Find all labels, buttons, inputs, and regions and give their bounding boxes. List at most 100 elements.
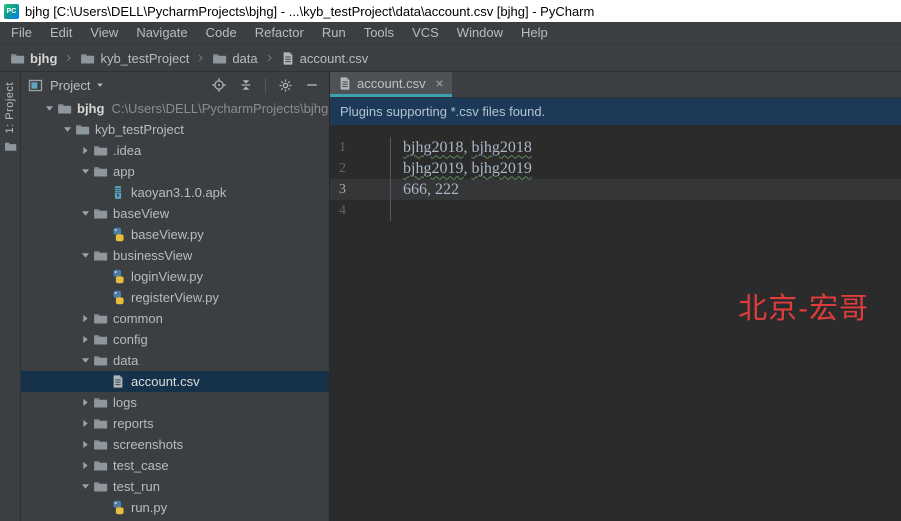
tab-label: account.csv [357, 76, 426, 91]
csv-file-icon [281, 51, 295, 66]
tree-row-baseview-py[interactable]: baseView.py [21, 224, 329, 245]
collapse-all-button[interactable] [235, 75, 257, 95]
menu-item-tools[interactable]: Tools [355, 22, 403, 44]
folder-icon [93, 164, 111, 179]
tree-expanded-chevron-icon[interactable] [77, 208, 93, 219]
code-token: bjhg2018 [403, 139, 463, 156]
breadcrumb-item-account-csv[interactable]: account.csv [279, 51, 371, 66]
tree-row-kyb-testproject[interactable]: kyb_testProject [21, 119, 329, 140]
editor-line[interactable]: 1bjhg2018, bjhg2018 [330, 137, 901, 158]
hide-panel-button[interactable] [301, 75, 323, 95]
tree-row-run-py[interactable]: run.py [21, 497, 329, 518]
tree-expanded-chevron-icon[interactable] [41, 103, 57, 114]
folder-icon [93, 311, 111, 326]
python-file-icon [111, 290, 129, 305]
menu-item-code[interactable]: Code [197, 22, 246, 44]
tree-row-account-csv[interactable]: account.csv [21, 371, 329, 392]
locate-file-button[interactable] [208, 75, 230, 95]
menu-item-edit[interactable]: Edit [41, 22, 81, 44]
tree-collapsed-chevron-icon[interactable] [77, 313, 93, 324]
tree-row-registerview-py[interactable]: registerView.py [21, 287, 329, 308]
line-number: 1 [330, 137, 391, 158]
breadcrumb-item-bjhg[interactable]: bjhg [8, 51, 59, 66]
tree-collapsed-chevron-icon[interactable] [77, 145, 93, 156]
folder-icon [10, 51, 25, 66]
chevron-right-icon [265, 52, 274, 64]
project-panel-title[interactable]: Project [50, 78, 90, 93]
tree-item-label: account.csv [131, 374, 200, 389]
menu-item-help[interactable]: Help [512, 22, 557, 44]
menu-item-vcs[interactable]: VCS [403, 22, 448, 44]
code-token: bjhg2019 [471, 160, 531, 177]
editor-line[interactable]: 4 [330, 200, 901, 221]
editor-area[interactable]: 1bjhg2018, bjhg20182bjhg2019, bjhg201936… [330, 125, 901, 521]
tree-item-path: C:\Users\DELL\PycharmProjects\bjhg [111, 101, 328, 116]
plugin-notification-banner: Plugins supporting *.csv files found. [330, 98, 901, 125]
editor-tab-bar: account.csv [330, 72, 901, 98]
tree-row-app[interactable]: app [21, 161, 329, 182]
tree-row-data[interactable]: data [21, 350, 329, 371]
editor-line[interactable]: 3 666, 222 [330, 179, 901, 200]
csv-file-icon [338, 76, 352, 91]
folder-icon [93, 332, 111, 347]
folder-icon [75, 122, 93, 137]
tree-row-screenshots[interactable]: screenshots [21, 434, 329, 455]
tree-collapsed-chevron-icon[interactable] [77, 418, 93, 429]
chevron-down-icon[interactable] [95, 80, 105, 90]
tree-item-label: kyb_testProject [95, 122, 184, 137]
line-text: bjhg2018, bjhg2018 [391, 139, 532, 157]
tool-window-button-project[interactable]: 1: Project [4, 82, 17, 153]
tree-row-loginview-py[interactable]: loginView.py [21, 266, 329, 287]
tree-row-common[interactable]: common [21, 308, 329, 329]
menu-item-view[interactable]: View [81, 22, 127, 44]
breadcrumb-item-data[interactable]: data [210, 51, 259, 66]
line-number: 3 [330, 179, 391, 200]
tree-row-baseview[interactable]: baseView [21, 203, 329, 224]
gear-button[interactable] [274, 75, 296, 95]
editor-pane: account.csv Plugins supporting *.csv fil… [330, 72, 901, 521]
tree-row--idea[interactable]: .idea [21, 140, 329, 161]
close-icon[interactable] [434, 78, 445, 89]
tree-row-reports[interactable]: reports [21, 413, 329, 434]
tree-row-logs[interactable]: logs [21, 392, 329, 413]
tree-expanded-chevron-icon[interactable] [77, 481, 93, 492]
tree-row-test-case[interactable]: test_case [21, 455, 329, 476]
menu-item-file[interactable]: File [2, 22, 41, 44]
menu-item-navigate[interactable]: Navigate [127, 22, 196, 44]
menu-item-run[interactable]: Run [313, 22, 355, 44]
tab-account-csv[interactable]: account.csv [330, 72, 452, 97]
tree-row-kaoyan3-1-0-apk[interactable]: kaoyan3.1.0.apk [21, 182, 329, 203]
tree-row-test-run[interactable]: test_run [21, 476, 329, 497]
tree-row-bjhg[interactable]: bjhgC:\Users\DELL\PycharmProjects\bjhg [21, 98, 329, 119]
tree-row-config[interactable]: config [21, 329, 329, 350]
line-text: bjhg2019, bjhg2019 [391, 160, 532, 178]
tree-row-businessview[interactable]: businessView [21, 245, 329, 266]
tree-item-label: run.py [131, 500, 167, 515]
tree-expanded-chevron-icon[interactable] [77, 355, 93, 366]
toolbar-divider [265, 78, 266, 93]
breadcrumb-item-kyb-testproject[interactable]: kyb_testProject [78, 51, 191, 66]
tree-item-label: reports [113, 416, 153, 431]
menubar: FileEditViewNavigateCodeRefactorRunTools… [0, 22, 901, 45]
tree-item-label: screenshots [113, 437, 183, 452]
tree-expanded-chevron-icon[interactable] [77, 250, 93, 261]
folder-icon [93, 395, 111, 410]
menu-item-window[interactable]: Window [448, 22, 512, 44]
folder-icon [93, 143, 111, 158]
tree-collapsed-chevron-icon[interactable] [77, 460, 93, 471]
menu-item-refactor[interactable]: Refactor [246, 22, 313, 44]
code-token: 666, 222 [403, 181, 459, 198]
project-button-label: 1: Project [4, 82, 16, 133]
breadcrumb: bjhg kyb_testProject data account.csv [0, 45, 901, 72]
tree-collapsed-chevron-icon[interactable] [77, 439, 93, 450]
tree-expanded-chevron-icon[interactable] [77, 166, 93, 177]
tree-expanded-chevron-icon[interactable] [59, 124, 75, 135]
folder-icon [80, 51, 95, 66]
tree-collapsed-chevron-icon[interactable] [77, 397, 93, 408]
tree-item-label: loginView.py [131, 269, 203, 284]
editor-line[interactable]: 2bjhg2019, bjhg2019 [330, 158, 901, 179]
tree-collapsed-chevron-icon[interactable] [77, 334, 93, 345]
main-area: 1: Project Project bjhgC:\Users\DELL\Pyc… [0, 72, 901, 521]
breadcrumb-label: kyb_testProject [100, 51, 189, 66]
tool-window-stripe: 1: Project [0, 72, 21, 521]
